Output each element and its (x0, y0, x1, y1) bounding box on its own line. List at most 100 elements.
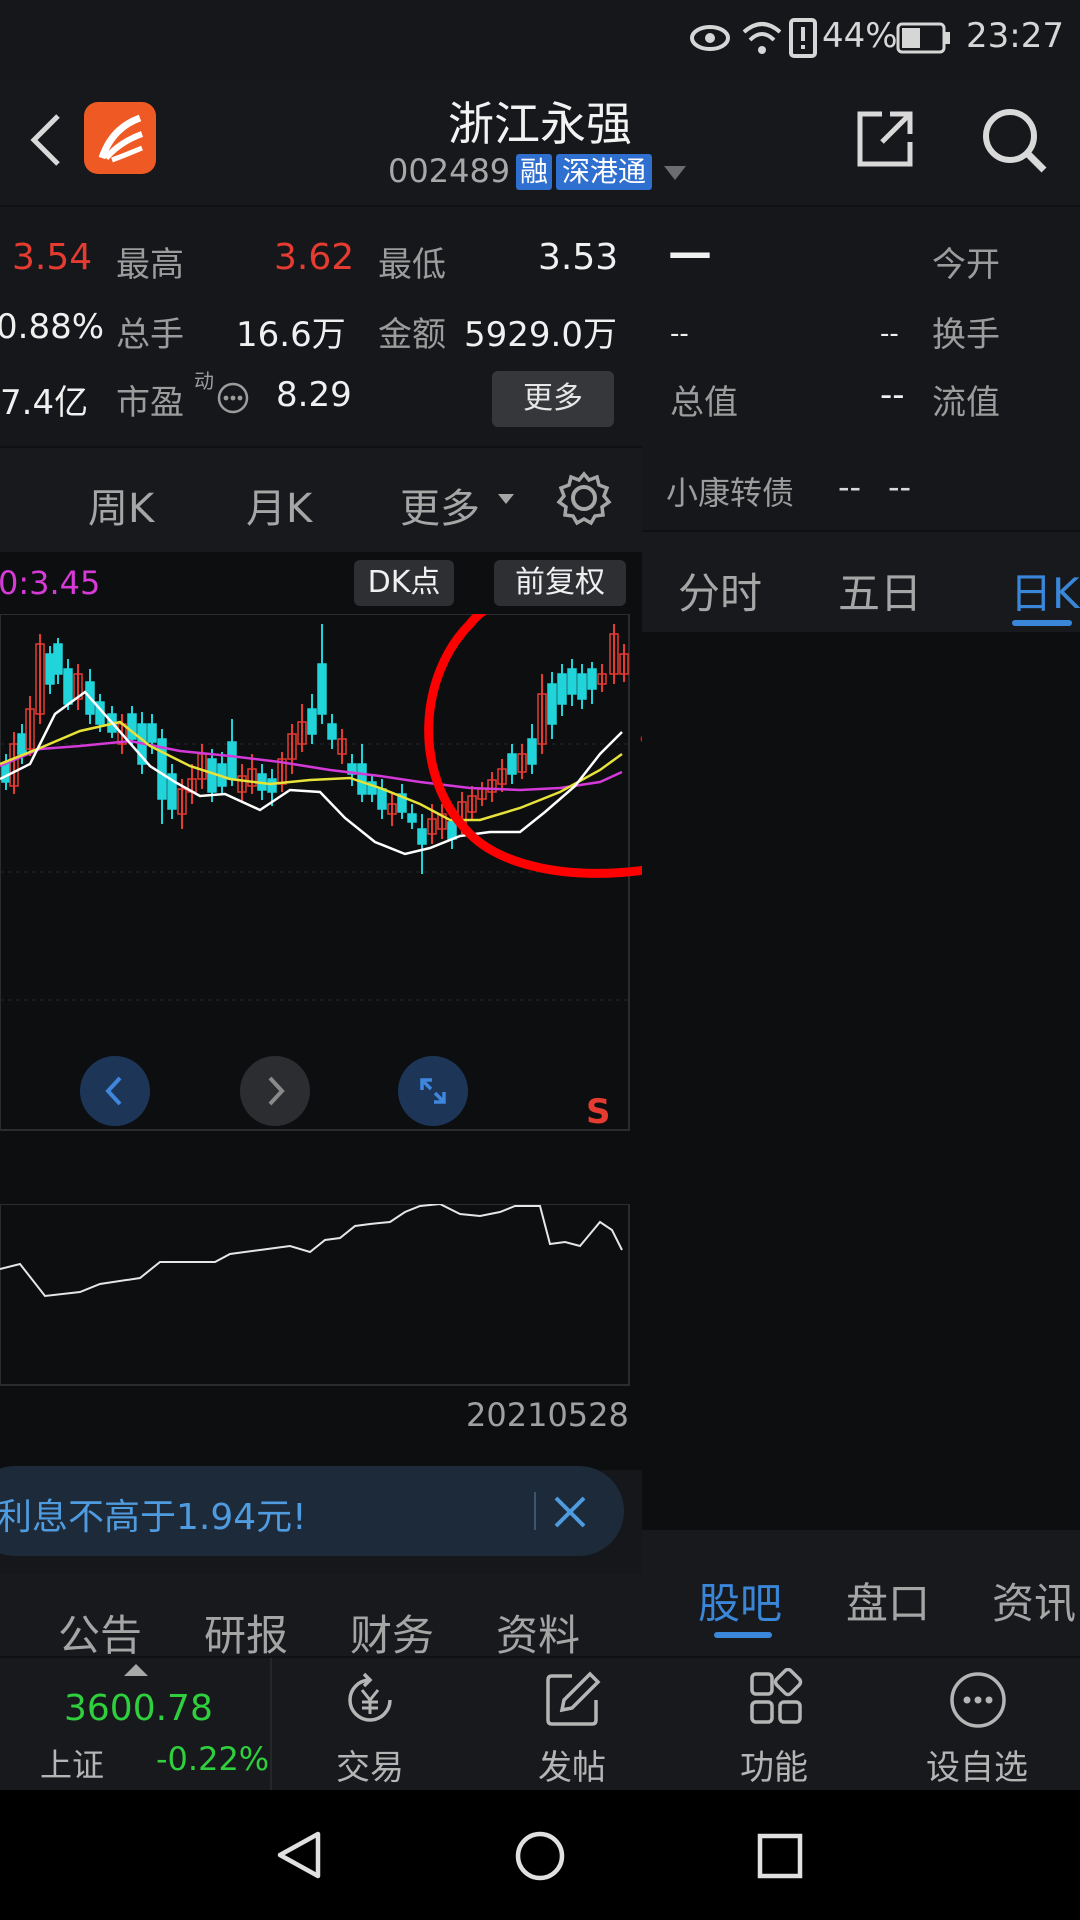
amount-label: 金额 (378, 315, 446, 355)
ma-legend: 0:3.45 (0, 564, 101, 602)
tab-forum[interactable]: 股吧 (698, 1570, 782, 1631)
tab-week-k[interactable]: 周K (88, 476, 154, 534)
eye-icon (690, 25, 730, 51)
system-recents-icon[interactable] (754, 1830, 806, 1882)
nav-functions[interactable]: 功能 (704, 1658, 844, 1790)
connect-tag: 深港通 (556, 154, 653, 190)
index-change: -0.22% (156, 1740, 270, 1778)
candle-body (417, 828, 427, 845)
tab-profile[interactable]: 资料 (496, 1602, 580, 1663)
settings-gear-icon[interactable] (556, 470, 612, 526)
bottom-nav: 3600.78 上证 -0.22% 交易 发帖 功能 设自选 (0, 1658, 1080, 1790)
right-row2-b: -- (880, 319, 899, 349)
sub-indicator-chart (0, 1204, 630, 1386)
bond-value-2: -- (888, 468, 912, 506)
candlestick-series (1, 624, 629, 874)
logo-icon (98, 114, 144, 163)
candle-body (227, 741, 237, 780)
prev-button[interactable] (80, 1056, 150, 1126)
candle-body (507, 753, 517, 775)
tab-daily-k[interactable]: 日K (1010, 560, 1080, 621)
total-value: -- (880, 375, 905, 415)
open-label: 今开 (932, 245, 1000, 285)
tab-news[interactable]: 资讯 (992, 1570, 1076, 1631)
clock: 23:27 (966, 16, 1064, 56)
candle-body (207, 758, 217, 793)
quote-panel: 3.54 最高 3.62 最低 3.53 0.88% 总手 16.6万 金额 5… (0, 207, 642, 447)
tab-finance[interactable]: 财务 (350, 1602, 434, 1663)
tab-research[interactable]: 研报 (204, 1602, 288, 1663)
candle-body (45, 653, 55, 685)
battery-icon (896, 22, 950, 54)
candle-body (147, 723, 157, 743)
pe-dynamic-mark: 动 (194, 369, 214, 393)
candle-body (63, 668, 73, 705)
search-icon[interactable] (978, 104, 1050, 176)
expand-icon (420, 1078, 446, 1104)
dk-point-button[interactable]: DK点 (354, 560, 454, 606)
nav-trade-label: 交易 (336, 1748, 404, 1788)
nav-post[interactable]: 发帖 (502, 1658, 642, 1790)
right-price-dash: — (668, 227, 712, 278)
tab-more[interactable]: 更多 (400, 476, 480, 534)
back-arrow-icon[interactable] (24, 110, 68, 170)
expand-button[interactable] (398, 1056, 468, 1126)
info-tab-bar-right: 股吧 盘口 资讯 (642, 1530, 1080, 1656)
close-icon[interactable] (550, 1492, 590, 1532)
candle-body (377, 788, 387, 810)
ad-banner[interactable]: 利息不高于1.94元! (0, 1466, 624, 1556)
trade-yen-icon (348, 1672, 392, 1722)
candle-body (53, 643, 63, 675)
wifi-icon (742, 22, 782, 54)
battery-percent: 44% (822, 16, 898, 56)
nav-functions-label: 功能 (740, 1748, 808, 1788)
pe-info-icon[interactable] (216, 381, 250, 415)
right-quote-panel: — 今开 -- -- 换手 总值 -- 流值 (642, 207, 1080, 447)
candle-body (557, 673, 567, 705)
high-value: 3.62 (274, 237, 355, 278)
low-value: 3.53 (538, 237, 619, 278)
adjust-mode-button[interactable]: 前复权 (494, 560, 626, 606)
system-home-icon[interactable] (512, 1828, 568, 1884)
bond-label: 小康转债 (666, 474, 795, 512)
total-value-label: 总值 (670, 383, 738, 423)
change-pct: 0.88% (0, 307, 105, 347)
volume-label: 总手 (116, 315, 184, 355)
candle-body (307, 708, 317, 735)
candle-body (357, 763, 367, 795)
header: 浙江永强 002489 融 深港通 (0, 80, 1080, 205)
more-caret-icon (498, 494, 514, 504)
candle-body (317, 663, 327, 715)
nav-trade[interactable]: 交易 (300, 1658, 440, 1790)
bond-value-1: -- (838, 468, 862, 506)
system-back-icon[interactable] (272, 1828, 326, 1882)
index-value[interactable]: 3600.78 (64, 1688, 213, 1729)
bond-row: 小康转债 -- -- (642, 448, 1080, 530)
high-label: 最高 (116, 245, 184, 285)
turnover-label: 换手 (932, 315, 1000, 355)
stock-code: 002489 (388, 152, 511, 190)
amount-value: 5929.0万 (464, 315, 617, 355)
chevron-right-icon (268, 1076, 285, 1106)
candle-body (17, 733, 27, 755)
volume-value: 16.6万 (236, 315, 346, 355)
tab-month-k[interactable]: 月K (246, 476, 312, 534)
candle-body (407, 813, 417, 823)
candle-body (327, 723, 337, 740)
dropdown-triangle-icon[interactable] (664, 166, 686, 182)
s-marker: S (586, 1092, 611, 1132)
index-expand-icon[interactable] (124, 1664, 148, 1678)
tab-active-indicator (1012, 620, 1072, 626)
nav-add-watchlist[interactable]: 设自选 (904, 1658, 1064, 1790)
tab-announcement[interactable]: 公告 (58, 1602, 142, 1663)
tab-intraday[interactable]: 分时 (678, 560, 762, 621)
next-button[interactable] (240, 1056, 310, 1126)
functions-grid-icon (750, 1668, 803, 1724)
more-button[interactable]: 更多 (492, 371, 614, 427)
tab-five-day[interactable]: 五日 (838, 560, 922, 621)
tab-order-book[interactable]: 盘口 (846, 1570, 930, 1631)
share-icon[interactable] (852, 106, 918, 172)
chart-end-date: 20210528 (466, 1396, 629, 1434)
app-logo (84, 102, 156, 174)
kline-chart-panel: 0:3.45 DK点 前复权 S (0, 552, 642, 1140)
